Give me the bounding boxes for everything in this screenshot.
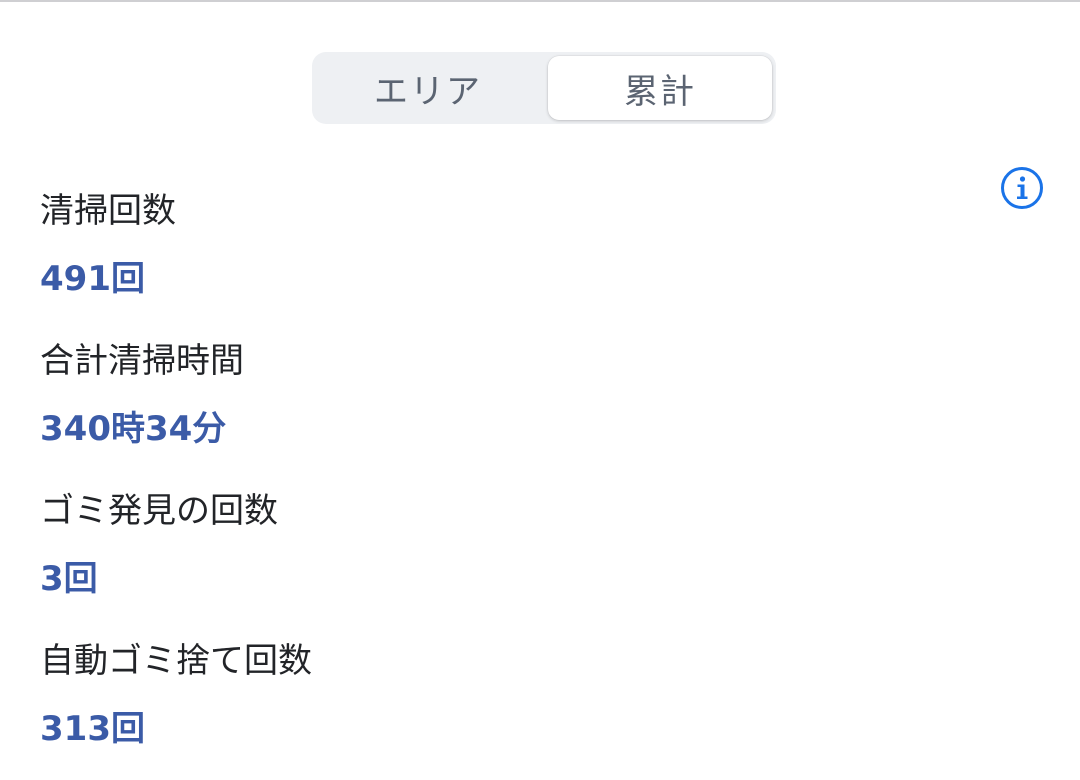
stat-value: 340時34分 (40, 409, 227, 449)
stat-value: 3回 (40, 559, 98, 599)
info-icon[interactable] (1000, 166, 1044, 210)
cumulative-stats-screen: エリア 累計 清掃回数 491回 合計清掃時間 340時34分 ゴミ発見の回数 … (0, 0, 1080, 780)
stat-value: 313回 (40, 709, 145, 749)
stat-cleaning-count: 清掃回数 491回 (40, 184, 940, 334)
stat-auto-empty-count: 自動ゴミ捨て回数 313回 (40, 634, 940, 780)
stat-label: 清掃回数 (40, 191, 176, 231)
stat-dirt-detected-count: ゴミ発見の回数 3回 (40, 484, 940, 634)
stats-list: 清掃回数 491回 合計清掃時間 340時34分 ゴミ発見の回数 3回 自動ゴミ… (40, 184, 940, 780)
stat-value: 491回 (40, 259, 145, 299)
stat-label: 自動ゴミ捨て回数 (40, 641, 312, 681)
view-segmented-control: エリア 累計 (312, 52, 776, 124)
tab-cumulative[interactable]: 累計 (548, 56, 772, 120)
top-divider (0, 0, 1080, 2)
stat-label: 合計清掃時間 (40, 341, 244, 381)
stat-total-cleaning-time: 合計清掃時間 340時34分 (40, 334, 940, 484)
tab-area[interactable]: エリア (316, 56, 540, 120)
stat-label: ゴミ発見の回数 (40, 491, 278, 531)
